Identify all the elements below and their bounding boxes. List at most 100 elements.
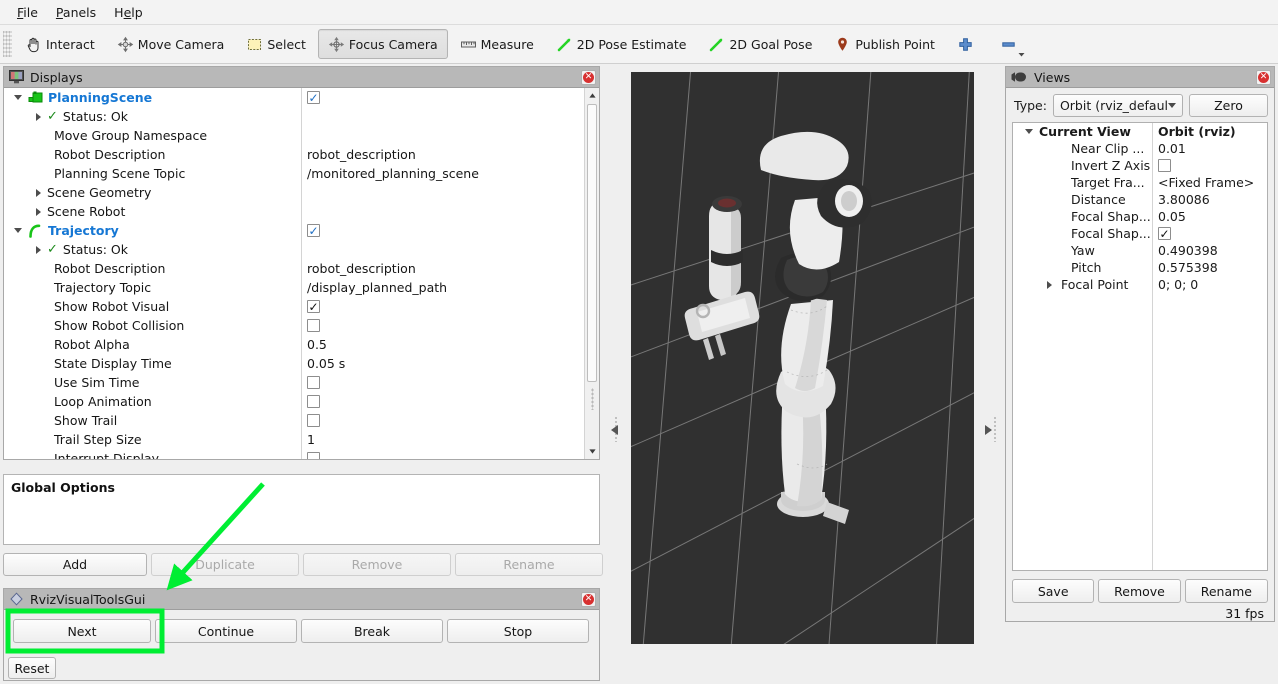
remove-display-button[interactable]: Remove	[303, 553, 451, 576]
views-row-checkbox[interactable]	[1158, 159, 1171, 172]
expander-expand-icon[interactable]	[36, 112, 41, 121]
views-row-checkbox[interactable]: ✓	[1158, 227, 1171, 240]
views-row-value[interactable]: 0; 0; 0	[1158, 277, 1198, 292]
displays-row[interactable]: PlanningScene ✓	[4, 88, 584, 107]
views-row[interactable]: Yaw 0.490398	[1013, 242, 1267, 259]
displays-row[interactable]: Trail Step Size 1	[4, 430, 584, 449]
displays-row-value[interactable]: robot_description	[307, 259, 416, 278]
displays-row[interactable]: Robot Alpha 0.5	[4, 335, 584, 354]
3d-render-view[interactable]	[631, 72, 974, 644]
next-button[interactable]: Next	[13, 619, 151, 643]
displays-row-value[interactable]: 0.05 s	[307, 354, 345, 373]
displays-row-checkbox[interactable]	[307, 376, 320, 389]
expander-expand-icon[interactable]	[36, 245, 41, 254]
reset-button[interactable]: Reset	[8, 657, 56, 679]
scroll-up-button[interactable]	[585, 88, 599, 103]
duplicate-display-button[interactable]: Duplicate	[151, 553, 299, 576]
continue-button[interactable]: Continue	[155, 619, 297, 643]
views-row-value[interactable]: 0.01	[1158, 141, 1186, 156]
zero-button[interactable]: Zero	[1188, 94, 1268, 117]
rename-view-button[interactable]: Rename	[1184, 579, 1268, 603]
expander-expand-icon[interactable]	[36, 188, 41, 197]
save-view-button[interactable]: Save	[1012, 579, 1095, 603]
displays-row-value[interactable]: robot_description	[307, 145, 416, 164]
scrollbar-thumb[interactable]	[587, 104, 597, 382]
views-row[interactable]: Invert Z Axis	[1013, 157, 1267, 174]
views-row[interactable]: Target Fra... <Fixed Frame>	[1013, 174, 1267, 191]
views-row[interactable]: Focal Shap... ✓	[1013, 225, 1267, 242]
displays-row-checkbox[interactable]	[307, 319, 320, 332]
collapse-left-icon[interactable]	[611, 425, 618, 435]
displays-row-value[interactable]: /display_planned_path	[307, 278, 447, 297]
views-row[interactable]: Distance 3.80086	[1013, 191, 1267, 208]
displays-row-checkbox[interactable]	[307, 452, 320, 459]
tool-add-tool[interactable]	[947, 29, 988, 59]
views-row[interactable]: Pitch 0.575398	[1013, 259, 1267, 276]
views-property-tree[interactable]: Current View Orbit (rviz) Near Clip ... 0.0…	[1012, 122, 1268, 571]
views-row-value[interactable]: Orbit (rviz)	[1158, 124, 1236, 139]
rvtg-close-button[interactable]: ✕	[581, 591, 596, 607]
tool-interact[interactable]: Interact	[15, 29, 105, 59]
displays-row[interactable]: Trajectory Topic/display_planned_path	[4, 278, 584, 297]
displays-row[interactable]: Robot Description robot_description	[4, 145, 584, 164]
add-display-button[interactable]: Add	[3, 553, 147, 576]
displays-close-button[interactable]: ✕	[581, 69, 596, 85]
views-row-value[interactable]: 0.575398	[1158, 260, 1218, 275]
tool-measure[interactable]: Measure	[450, 29, 544, 59]
views-row-value[interactable]: 0.490398	[1158, 243, 1218, 258]
displays-row[interactable]: Show Robot Collision	[4, 316, 584, 335]
collapse-right-icon[interactable]	[985, 425, 992, 435]
chevron-down-icon[interactable]	[1017, 47, 1026, 56]
expander-expand-icon[interactable]	[36, 207, 41, 216]
displays-row-checkbox[interactable]: ✓	[307, 224, 320, 237]
displays-row[interactable]: Show Trail	[4, 411, 584, 430]
scroll-down-button[interactable]	[585, 444, 599, 459]
displays-row-checkbox[interactable]: ✓	[307, 300, 320, 313]
expander-collapse-icon[interactable]	[14, 95, 22, 100]
displays-row-checkbox[interactable]	[307, 414, 320, 427]
toolbar-drag-handle[interactable]	[3, 31, 12, 57]
displays-row[interactable]: Planning Scene Topic/monitored_planning_…	[4, 164, 584, 183]
displays-row[interactable]: ✓ Status: Ok	[4, 107, 584, 126]
views-row-value[interactable]: 3.80086	[1158, 192, 1210, 207]
tool-move-camera[interactable]: Move Camera	[107, 29, 235, 59]
tool-select[interactable]: Select	[236, 29, 316, 59]
displays-row[interactable]: Robot Description robot_description	[4, 259, 584, 278]
expander-collapse-icon[interactable]	[14, 228, 22, 233]
left-splitter[interactable]	[605, 72, 627, 644]
displays-row[interactable]: ✓ Status: Ok	[4, 240, 584, 259]
menu-panels[interactable]: Panels	[47, 2, 105, 23]
displays-row[interactable]: Move Group Namespace	[4, 126, 584, 145]
views-row[interactable]: Current View Orbit (rviz)	[1013, 123, 1267, 140]
menu-help[interactable]: Help	[105, 2, 152, 23]
displays-row[interactable]: Interrupt Display	[4, 449, 584, 459]
rename-display-button[interactable]: Rename	[455, 553, 603, 576]
displays-row-checkbox[interactable]: ✓	[307, 91, 320, 104]
tool-2d-pose-estimate[interactable]: 2D Pose Estimate	[546, 29, 697, 59]
stop-button[interactable]: Stop	[447, 619, 589, 643]
displays-tree[interactable]: PlanningScene ✓ ✓ Status: Ok Move Group Name…	[4, 88, 584, 459]
break-button[interactable]: Break	[301, 619, 443, 643]
tool-focus-camera[interactable]: Focus Camera	[317, 29, 448, 59]
views-row[interactable]: Focal Point 0; 0; 0	[1013, 276, 1267, 293]
displays-row-value[interactable]: 1	[307, 430, 315, 449]
tool-2d-goal-pose[interactable]: 2D Goal Pose	[698, 29, 822, 59]
displays-row[interactable]: State Display Time 0.05 s	[4, 354, 584, 373]
displays-row-checkbox[interactable]	[307, 395, 320, 408]
tool-remove-tool[interactable]	[990, 29, 1036, 59]
expander-expand-icon[interactable]	[1047, 280, 1052, 289]
view-type-select[interactable]: Orbit (rviz_defaul	[1052, 94, 1183, 117]
views-row-value[interactable]: <Fixed Frame>	[1158, 175, 1254, 190]
views-close-button[interactable]: ✕	[1256, 69, 1271, 85]
expander-collapse-icon[interactable]	[1025, 129, 1033, 134]
menu-file[interactable]: File	[8, 2, 47, 23]
displays-row-value[interactable]: 0.5	[307, 335, 327, 354]
displays-scrollbar[interactable]	[584, 88, 599, 459]
displays-row[interactable]: Use Sim Time	[4, 373, 584, 392]
remove-view-button[interactable]: Remove	[1098, 579, 1181, 603]
views-row[interactable]: Near Clip ... 0.01	[1013, 140, 1267, 157]
displays-row[interactable]: Loop Animation	[4, 392, 584, 411]
displays-row[interactable]: Show Robot Visual ✓	[4, 297, 584, 316]
displays-row-value[interactable]: /monitored_planning_scene	[307, 164, 479, 183]
displays-row[interactable]: Scene Robot	[4, 202, 584, 221]
